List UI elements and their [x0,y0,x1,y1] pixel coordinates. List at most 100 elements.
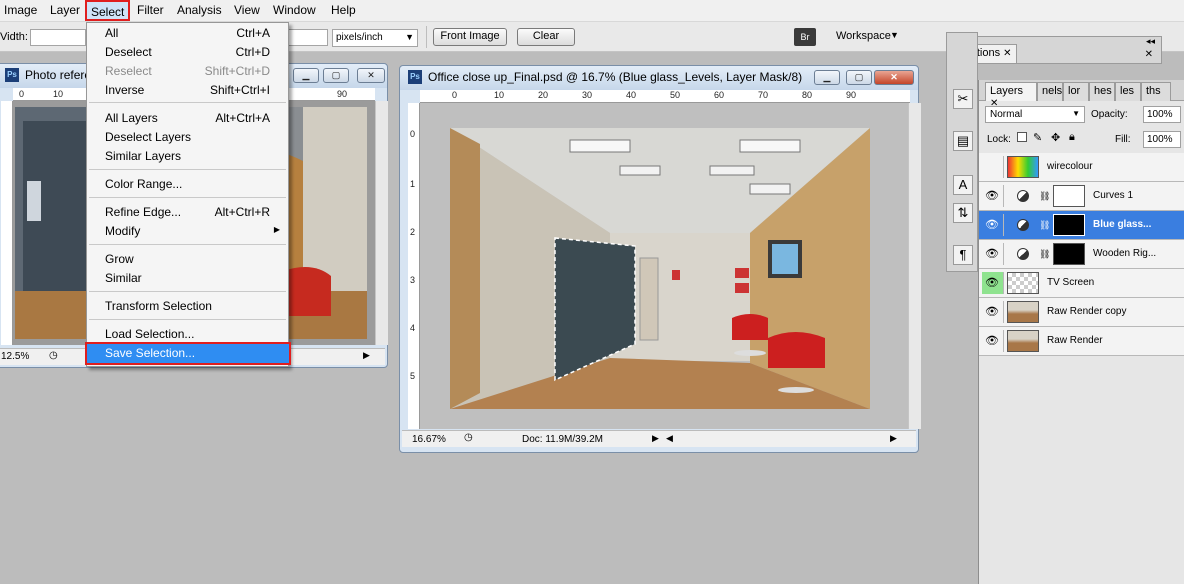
blend-mode-value: Normal [990,109,1023,120]
layer-row[interactable]: wirecolour [979,153,1184,182]
fill-field[interactable]: 100% [1143,131,1181,148]
menu-item-all[interactable]: All Ctrl+A [87,24,288,43]
vertical-scrollbar[interactable] [375,101,388,345]
menu-item-similar[interactable]: Similar [87,269,288,288]
close-button[interactable]: ✕ [874,70,914,85]
menu-item-label: Similar [105,271,142,285]
layer-mask-thumbnail[interactable] [1053,243,1085,265]
menu-analysis[interactable]: Analysis [177,3,222,17]
visibility-toggle[interactable]: 👁︎ [982,243,1004,265]
menu-item-transform-selection[interactable]: Transform Selection [87,297,288,316]
menu-layer[interactable]: Layer [50,3,80,17]
vertical-scrollbar[interactable] [908,103,921,429]
minimize-button[interactable]: ▁ [293,68,319,83]
layer-row[interactable]: 👁︎ Raw Render copy [979,298,1184,327]
lock-position-icon[interactable]: ✥ [1051,131,1060,144]
zoom-level[interactable]: 16.67% [412,434,446,445]
close-icon[interactable]: ✕ [1003,48,1011,59]
ruler-label: 50 [670,90,681,100]
layer-row[interactable]: 👁︎ Raw Render [979,327,1184,356]
menu-item-color-range[interactable]: Color Range... [87,175,288,194]
layer-name[interactable]: wirecolour [1047,161,1093,172]
visibility-toggle[interactable]: 👁︎ [982,185,1004,207]
lock-all-icon[interactable]: 🔒︎ [1069,131,1075,144]
menu-item-reselect[interactable]: Reselect Shift+Ctrl+D [87,62,288,81]
status-menu-arrow-icon[interactable]: ▶ [652,433,659,444]
layer-mask-thumbnail[interactable] [1053,185,1085,207]
menu-item-inverse[interactable]: Inverse Shift+Ctrl+I [87,81,288,100]
tab-color[interactable]: lor [1063,82,1089,101]
width-field[interactable] [30,29,86,46]
menu-item-label: Transform Selection [105,299,212,313]
paragraph-icon[interactable]: ¶ [953,245,973,265]
blend-mode-select[interactable]: Normal ▼ [985,106,1085,123]
layer-name[interactable]: Curves 1 [1093,190,1133,201]
tools-icon[interactable]: ✂ [953,89,973,109]
menu-item-similar-layers[interactable]: Similar Layers [87,147,288,166]
collapse-icon[interactable]: ◂◂ [1146,36,1155,47]
layer-row[interactable]: 👁︎ ⛓ Curves 1 [979,182,1184,211]
layer-row[interactable]: 👁︎ TV Screen [979,269,1184,298]
layer-name[interactable]: TV Screen [1047,277,1094,288]
ruler-label: 2 [410,227,416,237]
visibility-toggle[interactable]: 👁︎ [982,214,1004,236]
lock-transparency-icon[interactable] [1017,132,1027,142]
menu-help[interactable]: Help [331,3,356,17]
maximize-button[interactable]: ▢ [846,70,872,85]
visibility-toggle[interactable]: 👁︎ [982,272,1004,294]
close-icon[interactable]: ✕ [1145,49,1153,60]
visibility-toggle[interactable]: 👁︎ [982,301,1004,323]
ruler-label: 10 [494,90,505,100]
menu-item-modify[interactable]: Modify ▶ [87,222,288,241]
menu-window[interactable]: Window [273,3,316,17]
layer-name[interactable]: Wooden Rig... [1093,248,1156,259]
tab-layers[interactable]: Layers ✕ [985,82,1037,109]
maximize-button[interactable]: ▢ [323,68,349,83]
clear-button[interactable]: Clear [517,28,575,46]
tab-channels[interactable]: nels [1037,82,1063,101]
layer-name[interactable]: Blue glass... [1093,219,1151,230]
menu-select[interactable]: Select [85,0,131,21]
tab-styles[interactable]: les [1115,82,1141,101]
menu-item-deselect[interactable]: Deselect Ctrl+D [87,43,288,62]
zoom-level[interactable]: 12.5% [1,351,29,362]
tab-swatches[interactable]: hes [1089,82,1115,101]
minimize-button[interactable]: ▁ [814,70,840,85]
scroll-right-icon[interactable]: ▶ [363,350,370,361]
menu-item-label: All [105,26,119,40]
menu-item-all-layers[interactable]: All Layers Alt+Ctrl+A [87,109,288,128]
close-button[interactable]: ✕ [357,68,385,83]
menu-filter[interactable]: Filter [137,3,164,17]
layer-name[interactable]: Raw Render [1047,335,1103,346]
visibility-toggle[interactable] [982,156,1004,178]
menu-item-shortcut: Ctrl+A [236,26,270,40]
scroll-right-icon[interactable]: ▶ [890,433,897,444]
menu-image[interactable]: Image [4,3,37,17]
clone-source-icon[interactable]: ⇅ [953,203,973,223]
canvas-area[interactable] [420,103,910,429]
lock-pixels-icon[interactable]: ✎ [1033,131,1042,144]
front-image-button[interactable]: Front Image [433,28,507,46]
layer-row-selected[interactable]: 👁︎ ⛓ Blue glass... [979,211,1184,240]
menu-item-grow[interactable]: Grow [87,250,288,269]
tab-paths[interactable]: ths [1141,82,1171,101]
resolution-field[interactable] [288,29,328,46]
resolution-units-select[interactable]: pixels/inch ▼ [332,29,418,47]
character-icon[interactable]: A [953,175,973,195]
menu-item-save-selection[interactable]: Save Selection... [85,342,291,365]
menu-item-refine-edge[interactable]: Refine Edge... Alt+Ctrl+R [87,203,288,222]
scroll-left-icon[interactable]: ◀ [666,433,673,444]
layer-mask-thumbnail[interactable] [1053,214,1085,236]
status-icon[interactable]: ◷ [49,350,58,361]
layer-row[interactable]: 👁︎ ⛓ Wooden Rig... [979,240,1184,269]
info-icon[interactable]: ▤ [953,131,973,151]
menu-item-deselect-layers[interactable]: Deselect Layers [87,128,288,147]
opacity-field[interactable]: 100% [1143,106,1181,123]
workspace-button[interactable]: Workspace [836,30,891,42]
layer-name[interactable]: Raw Render copy [1047,306,1126,317]
status-icon[interactable]: ◷ [464,432,473,443]
visibility-toggle[interactable]: 👁︎ [982,330,1004,352]
menu-view[interactable]: View [234,3,260,17]
bridge-icon[interactable]: Br [794,28,816,46]
menu-item-shortcut: Shift+Ctrl+I [209,83,270,97]
